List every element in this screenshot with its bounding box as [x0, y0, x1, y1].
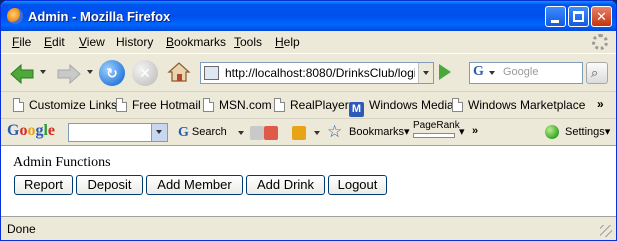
home-button[interactable] — [167, 60, 191, 84]
bookmark-free-hotmail[interactable]: Free Hotmail — [116, 98, 201, 112]
bookmark-msn[interactable]: MSN.com — [203, 98, 272, 112]
page-icon — [203, 98, 214, 112]
settings-icon — [545, 125, 559, 139]
status-text: Done — [7, 222, 36, 236]
menu-file[interactable]: File — [12, 35, 31, 49]
google-search-dropdown[interactable] — [151, 124, 167, 141]
page-icon — [116, 98, 127, 112]
chevron-down-icon — [423, 71, 429, 75]
news-icon[interactable] — [292, 126, 306, 140]
pagerank-dropdown[interactable]: ▾ — [459, 125, 465, 138]
reload-icon: ↻ — [106, 65, 118, 81]
highlight-icon[interactable] — [250, 126, 264, 140]
google-bookmarks-button[interactable]: Bookmarks▾ — [349, 125, 410, 138]
resize-grip-icon[interactable] — [600, 225, 612, 237]
menu-help[interactable]: Help — [275, 35, 300, 49]
page-icon — [13, 98, 24, 112]
star-icon[interactable]: ☆ — [327, 122, 342, 142]
forward-button[interactable] — [56, 63, 82, 85]
stop-button[interactable]: ✕ — [132, 60, 158, 86]
bookmark-windows-marketplace[interactable]: Windows Marketplace — [452, 98, 585, 112]
address-bar[interactable]: http://localhost:8080/DrinksClub/login?j — [200, 62, 434, 84]
menu-view[interactable]: View — [79, 35, 105, 49]
menu-bookmarks[interactable]: Bookmarks — [166, 35, 226, 49]
minimize-button[interactable] — [545, 6, 566, 27]
popup-blocker-icon[interactable] — [264, 126, 278, 140]
window-title: Admin - Mozilla Firefox — [28, 9, 171, 24]
google-toolbar-overflow-icon[interactable]: » — [472, 125, 478, 137]
bookmark-realplayer[interactable]: RealPlayer — [274, 98, 349, 112]
bookmarks-overflow-icon[interactable]: » — [597, 97, 604, 111]
navigation-toolbar: ↻ ✕ http://localhost:8080/DrinksClub/log… — [1, 53, 616, 91]
google-settings-button[interactable]: Settings▾ — [565, 125, 610, 138]
logout-button[interactable]: Logout — [328, 175, 387, 195]
close-icon: ✕ — [596, 9, 607, 24]
bookmark-windows-media[interactable]: M Windows Media — [349, 98, 454, 117]
pagerank-label: PageRank — [413, 120, 460, 131]
search-box[interactable]: G Google — [469, 62, 583, 84]
bookmark-customize-links[interactable]: Customize Links — [13, 98, 117, 112]
title-bar[interactable]: Admin - Mozilla Firefox ✕ — [1, 1, 616, 31]
firefox-icon — [7, 8, 23, 24]
magnifier-icon: ⌕ — [591, 65, 599, 80]
menu-bar: File Edit View History Bookmarks Tools H… — [1, 31, 616, 53]
menu-edit[interactable]: Edit — [44, 35, 65, 49]
address-input[interactable]: http://localhost:8080/DrinksClub/login?j — [225, 66, 415, 80]
go-button[interactable] — [439, 64, 451, 80]
google-search-button[interactable]: G Search — [178, 125, 227, 141]
bookmarks-toolbar: Customize Links Free Hotmail MSN.com Rea… — [1, 91, 616, 118]
search-input[interactable]: Google — [503, 66, 538, 78]
pagerank-bar — [413, 133, 455, 138]
chevron-down-icon — [156, 130, 162, 134]
search-options-dropdown[interactable] — [238, 131, 244, 135]
browser-window: Admin - Mozilla Firefox ✕ File Edit View… — [0, 0, 617, 241]
windows-media-icon: M — [349, 102, 364, 117]
close-button[interactable]: ✕ — [591, 6, 612, 27]
page-icon — [452, 98, 463, 112]
google-logo[interactable]: Google — [7, 122, 55, 140]
add-drink-button[interactable]: Add Drink — [246, 175, 325, 195]
report-button[interactable]: Report — [14, 175, 73, 195]
search-engine-selector[interactable]: G — [472, 64, 498, 81]
chevron-down-icon — [489, 71, 495, 75]
back-button[interactable] — [9, 63, 35, 85]
news-dropdown[interactable] — [314, 131, 320, 135]
minimize-icon — [551, 20, 559, 23]
page-content: Admin Functions Report Deposit Add Membe… — [1, 145, 616, 216]
google-search-input[interactable] — [68, 123, 168, 142]
maximize-button[interactable] — [568, 6, 589, 27]
page-heading: Admin Functions — [13, 155, 111, 170]
google-g-icon: G — [178, 125, 189, 140]
back-history-dropdown[interactable] — [40, 70, 46, 74]
google-toolbar: Google G Search ☆ Bookmarks▾ PageRank ▾ »… — [1, 118, 616, 145]
maximize-icon — [573, 11, 584, 22]
google-icon: G — [473, 64, 484, 79]
address-dropdown[interactable] — [418, 63, 433, 83]
throbber-icon — [592, 34, 608, 50]
page-icon — [274, 98, 285, 112]
reload-button[interactable]: ↻ — [99, 60, 125, 86]
menu-history[interactable]: History — [116, 35, 153, 49]
stop-icon: ✕ — [139, 65, 151, 81]
menu-tools[interactable]: Tools — [234, 35, 262, 49]
status-bar: Done — [1, 216, 616, 240]
page-favicon-icon — [204, 66, 219, 80]
deposit-button[interactable]: Deposit — [76, 175, 143, 195]
search-button[interactable]: ⌕ — [586, 62, 608, 84]
add-member-button[interactable]: Add Member — [146, 175, 243, 195]
forward-history-dropdown[interactable] — [87, 70, 93, 74]
